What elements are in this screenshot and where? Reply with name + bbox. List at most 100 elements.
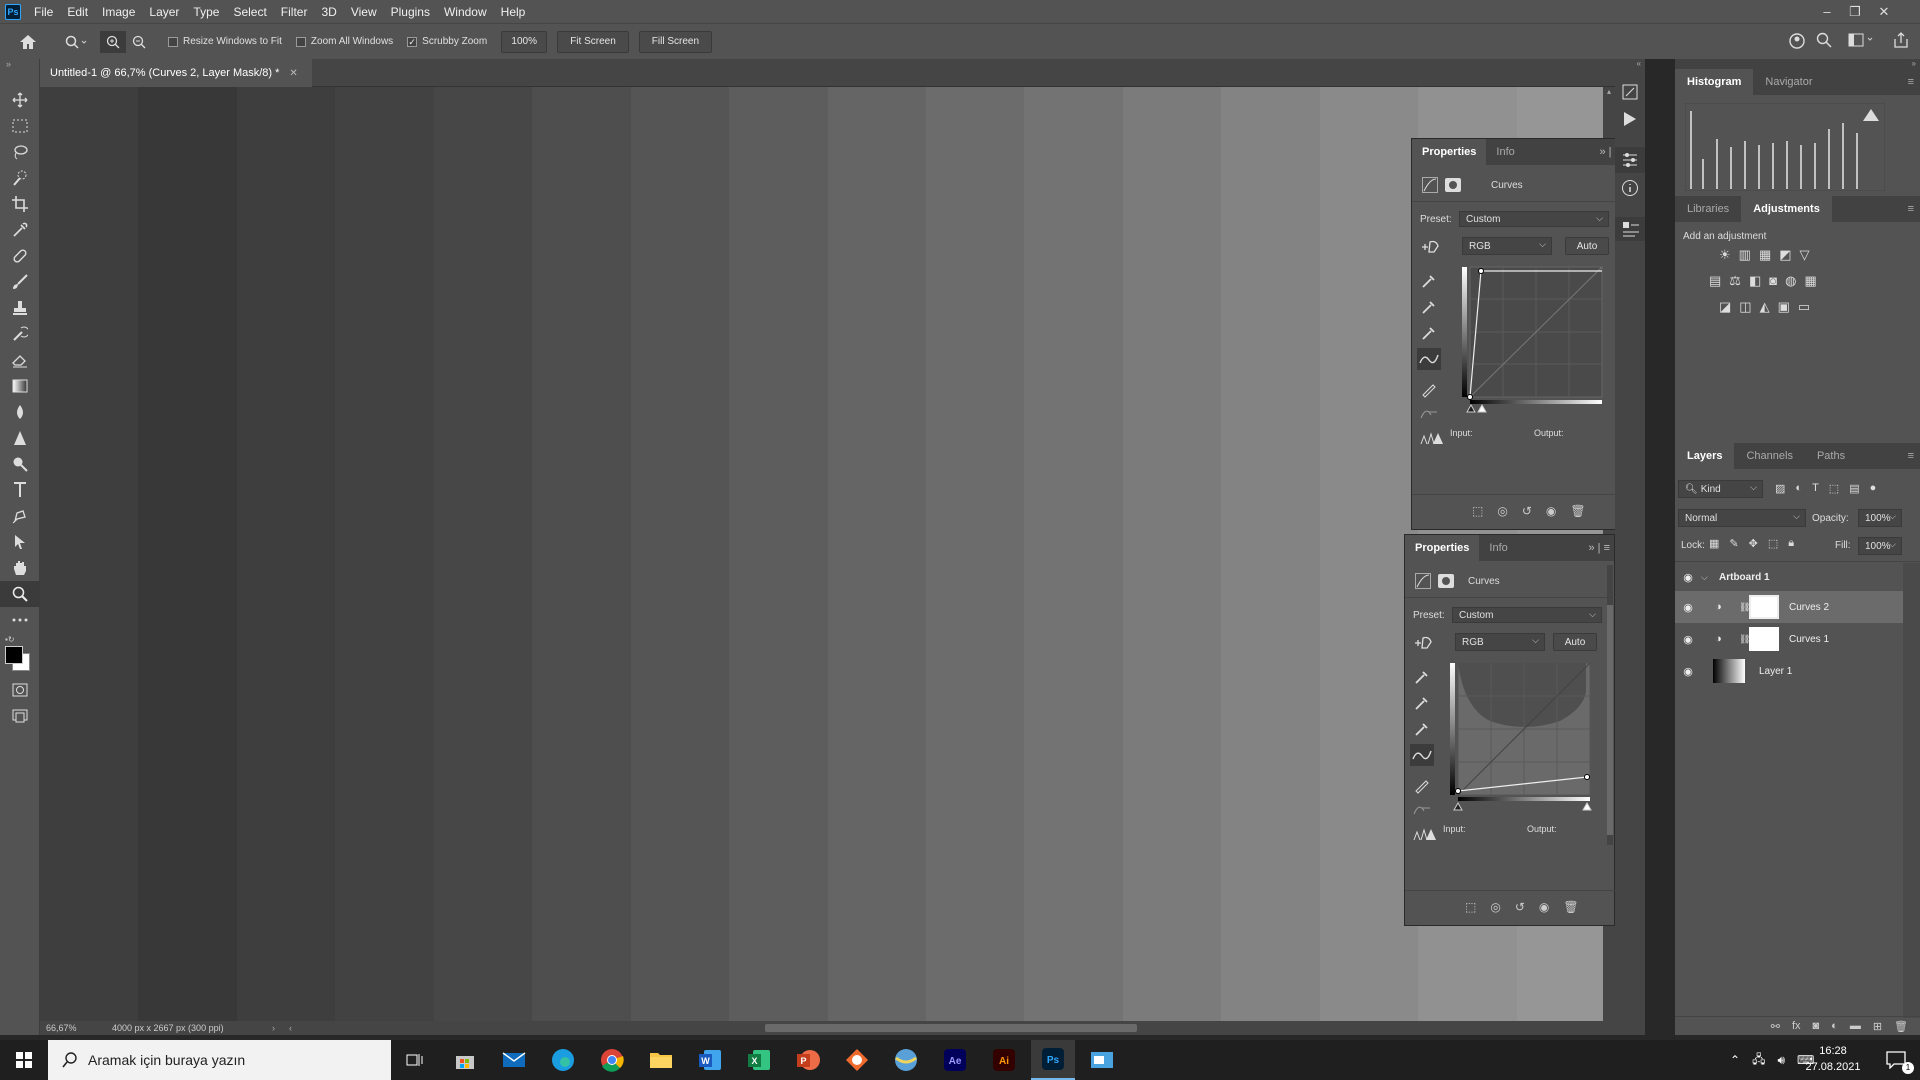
- tab-properties[interactable]: Properties: [1405, 535, 1480, 561]
- invert-icon[interactable]: ◪: [1719, 299, 1731, 315]
- black-white-icon[interactable]: ◧: [1749, 273, 1761, 289]
- panel-menu-icon[interactable]: ≡: [1896, 76, 1920, 88]
- type-tool-icon[interactable]: [0, 477, 40, 503]
- draw-curve-pencil-icon[interactable]: [1413, 776, 1431, 794]
- crop-tool-icon[interactable]: [0, 191, 40, 217]
- excel-icon[interactable]: X: [737, 1040, 781, 1080]
- delete-icon[interactable]: 🗑: [1563, 900, 1578, 914]
- canvas[interactable]: [40, 87, 1615, 1021]
- curves-icon[interactable]: ▦: [1759, 247, 1771, 263]
- menu-type[interactable]: Type: [186, 5, 226, 19]
- panel-menu-icon[interactable]: ≡: [1896, 450, 1920, 462]
- visibility-eye-icon[interactable]: ◉: [1675, 665, 1701, 678]
- menu-image[interactable]: Image: [95, 5, 142, 19]
- eyedropper-tool-icon[interactable]: [0, 217, 40, 243]
- mask-icon[interactable]: [1445, 178, 1461, 192]
- menu-window[interactable]: Window: [437, 5, 494, 19]
- photoshop-taskbar-icon[interactable]: Ps: [1031, 1040, 1075, 1080]
- marquee-tool-icon[interactable]: [0, 113, 40, 139]
- smooth-curve-icon[interactable]: [1413, 802, 1431, 816]
- panel-menu-icon[interactable]: ≡: [1896, 203, 1920, 215]
- app-icon-diamond[interactable]: [835, 1040, 879, 1080]
- filter-smart-object-icon[interactable]: ▤: [1849, 482, 1859, 495]
- layers-scrollbar[interactable]: [1903, 563, 1920, 1018]
- zoom-100-button[interactable]: 100%: [501, 30, 548, 53]
- clip-to-layer-icon[interactable]: ⬚: [1472, 504, 1483, 518]
- posterize-icon[interactable]: ◫: [1739, 299, 1751, 315]
- lock-transparent-icon[interactable]: ▦: [1709, 537, 1719, 550]
- app-icon-globe[interactable]: [884, 1040, 928, 1080]
- sample-gray-eyedropper-icon[interactable]: [1413, 694, 1431, 712]
- share-icon[interactable]: [1893, 32, 1909, 48]
- microsoft-store-icon[interactable]: [443, 1040, 487, 1080]
- brush-tool-icon[interactable]: [0, 269, 40, 295]
- layer-row-curves-1[interactable]: ◉ ◑ ⛓ Curves 1: [1675, 623, 1903, 655]
- new-group-icon[interactable]: ▬: [1850, 1020, 1861, 1032]
- lock-position-icon[interactable]: ✥: [1749, 537, 1758, 550]
- search-icon[interactable]: [1816, 32, 1832, 48]
- tab-navigator[interactable]: Navigator: [1753, 76, 1824, 88]
- curves-graph[interactable]: [1450, 663, 1600, 813]
- color-swatches[interactable]: ▪↻: [0, 633, 39, 677]
- targeted-adjustment-icon[interactable]: [1420, 239, 1442, 255]
- filter-adjustment-icon[interactable]: ◐: [1795, 482, 1802, 495]
- link-layers-icon[interactable]: ⚯: [1771, 1020, 1780, 1033]
- zoom-level[interactable]: 66,67%: [40, 1023, 102, 1033]
- targeted-adjustment-icon[interactable]: [1413, 635, 1435, 651]
- word-icon[interactable]: W: [688, 1040, 732, 1080]
- screen-mode-icon[interactable]: [0, 703, 40, 729]
- adjustments-panel-icon[interactable]: [1615, 147, 1645, 173]
- quick-mask-icon[interactable]: [0, 677, 40, 703]
- tab-paths[interactable]: Paths: [1805, 450, 1857, 462]
- zoom-tool-preset-icon[interactable]: [56, 35, 96, 49]
- preset-select[interactable]: Custom ⌵: [1452, 607, 1602, 623]
- visibility-eye-icon[interactable]: ◉: [1675, 633, 1701, 646]
- menu-3d[interactable]: 3D: [314, 5, 343, 19]
- reset-icon[interactable]: ↺: [1515, 900, 1525, 914]
- panel-expand-icon[interactable]: » | ≡: [1588, 542, 1614, 554]
- smooth-curve-icon[interactable]: [1420, 406, 1438, 420]
- selective-color-icon[interactable]: ▣: [1778, 299, 1790, 315]
- tab-info[interactable]: Info: [1486, 146, 1524, 158]
- scroll-up-icon[interactable]: ▴: [1603, 87, 1615, 96]
- lock-all-icon[interactable]: 🔒︎: [1788, 537, 1794, 550]
- filter-kind-select[interactable]: 🔍︎ Kind ⌵: [1678, 480, 1763, 498]
- sharpen-tool-icon[interactable]: [0, 425, 40, 451]
- eraser-tool-icon[interactable]: [0, 347, 40, 373]
- menu-select[interactable]: Select: [226, 5, 273, 19]
- curve-points-icon[interactable]: [1410, 744, 1434, 766]
- layer-mask-thumbnail[interactable]: [1749, 627, 1779, 651]
- menu-view[interactable]: View: [344, 5, 384, 19]
- channel-select[interactable]: RGB ⌵: [1462, 237, 1552, 255]
- blend-mode-select[interactable]: Normal ⌵: [1678, 509, 1806, 527]
- menu-edit[interactable]: Edit: [60, 5, 95, 19]
- delete-layer-icon[interactable]: 🗑: [1894, 1020, 1908, 1033]
- sample-white-eyedropper-icon[interactable]: [1420, 324, 1438, 342]
- lock-artboard-icon[interactable]: ⬚: [1768, 537, 1778, 550]
- link-icon[interactable]: ⛓: [1739, 602, 1750, 613]
- gradient-tool-icon[interactable]: [0, 373, 40, 399]
- move-tool-icon[interactable]: [0, 87, 40, 113]
- minimize-icon[interactable]: –: [1813, 0, 1841, 23]
- layer-thumbnail[interactable]: [1713, 659, 1745, 683]
- fill-input[interactable]: 100% ⌵: [1858, 537, 1902, 555]
- task-view-icon[interactable]: [393, 1040, 437, 1080]
- info-icon[interactable]: [1621, 179, 1639, 197]
- lasso-tool-icon[interactable]: [0, 139, 40, 165]
- new-adjustment-icon[interactable]: ◐: [1831, 1020, 1838, 1032]
- vibrance-icon[interactable]: ▽: [1800, 247, 1810, 263]
- curve-points-icon[interactable]: [1417, 348, 1441, 370]
- fit-screen-button[interactable]: Fit Screen: [557, 30, 629, 53]
- restore-icon[interactable]: ❐: [1841, 0, 1869, 23]
- filter-shape-icon[interactable]: ⬚: [1829, 482, 1839, 495]
- collapse-icon[interactable]: «: [1615, 59, 1645, 68]
- layer-style-fx-icon[interactable]: fx: [1792, 1020, 1801, 1032]
- auto-button[interactable]: Auto: [1553, 633, 1597, 651]
- layer-mask-thumbnail[interactable]: [1749, 595, 1779, 619]
- tab-info[interactable]: Info: [1479, 542, 1517, 554]
- close-icon[interactable]: ✕: [1870, 0, 1898, 23]
- actions-play-icon[interactable]: [1623, 111, 1637, 127]
- color-balance-icon[interactable]: ⚖: [1729, 273, 1741, 289]
- filter-pixel-icon[interactable]: ▨: [1775, 482, 1785, 495]
- tab-adjustments[interactable]: Adjustments: [1741, 196, 1832, 222]
